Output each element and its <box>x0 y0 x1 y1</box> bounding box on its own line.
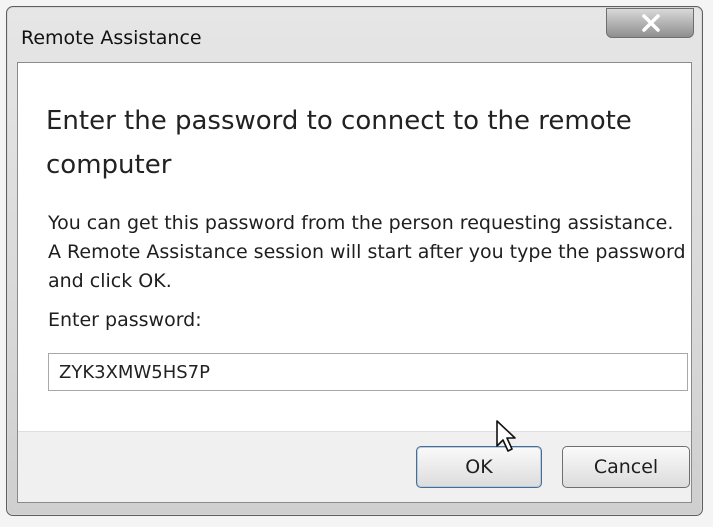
button-bar: OK Cancel <box>18 431 691 502</box>
cancel-button[interactable]: Cancel <box>562 446 690 488</box>
dialog-description: You can get this password from the perso… <box>48 212 686 292</box>
window-title: Remote Assistance <box>21 27 202 49</box>
password-input[interactable] <box>48 353 688 391</box>
title-bar[interactable]: Remote Assistance <box>7 7 702 63</box>
close-icon <box>642 14 660 32</box>
mouse-pointer-icon <box>496 420 516 452</box>
dialog-heading: Enter the password to connect to the rem… <box>46 106 632 180</box>
close-button[interactable] <box>606 8 694 38</box>
ok-button[interactable]: OK <box>416 446 542 488</box>
remote-assistance-dialog: Remote Assistance Enter the password to … <box>6 6 703 516</box>
dialog-body: Enter the password to connect to the rem… <box>17 62 692 503</box>
password-label: Enter password: <box>48 309 202 331</box>
